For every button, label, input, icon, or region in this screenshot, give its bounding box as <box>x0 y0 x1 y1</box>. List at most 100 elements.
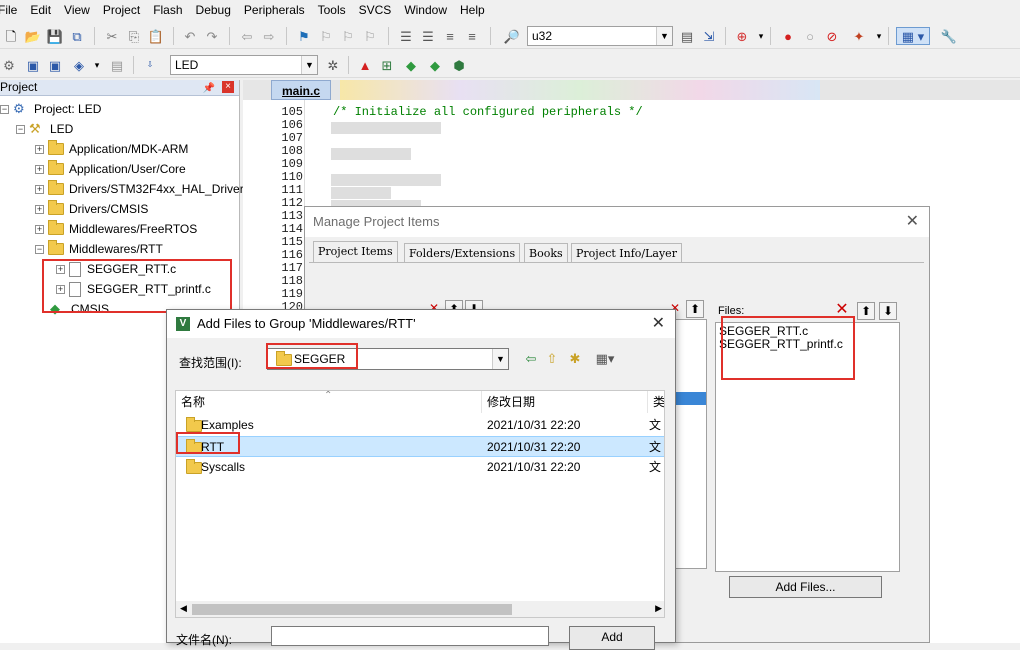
select-packs-icon[interactable]: ◆ <box>402 56 420 74</box>
add-files-button[interactable]: Add Files... <box>729 576 882 598</box>
files-list[interactable]: SEGGER_RTT.c SEGGER_RTT_printf.c <box>715 322 900 572</box>
lookin-select[interactable]: SEGGER ▼ <box>267 348 509 370</box>
load-icon[interactable]: ⇩ <box>141 56 159 74</box>
chevron-down-icon[interactable]: ▾ <box>870 27 888 45</box>
window-layout-icon[interactable]: ▦ ▾ <box>896 27 930 45</box>
add-button[interactable]: Add <box>569 626 655 650</box>
collapse-icon[interactable]: − <box>16 124 25 134</box>
chevron-down-icon[interactable]: ▼ <box>656 27 672 45</box>
chevron-down-icon[interactable]: ▾ <box>752 27 770 45</box>
expand-icon[interactable]: + <box>35 144 44 154</box>
pack-installer-icon[interactable]: ◆ <box>426 56 444 74</box>
tree-item-component[interactable]: ◆ CMSIS <box>50 299 109 319</box>
pin-icon[interactable]: 📌 <box>203 81 215 96</box>
save-icon[interactable]: 💾 <box>46 27 64 45</box>
indent-icon[interactable]: ☰ <box>397 27 415 45</box>
expand-icon[interactable]: + <box>35 164 44 174</box>
menu-window[interactable]: Window <box>397 0 453 20</box>
column-header-name[interactable]: 名称 ⌃ <box>176 391 482 413</box>
translate-icon[interactable]: ⚙ <box>0 56 18 74</box>
column-header-date[interactable]: 修改日期 <box>482 391 648 413</box>
batch-build-icon[interactable]: ◈ <box>70 56 88 74</box>
build-icon[interactable]: ▣ <box>24 56 42 74</box>
prev-bookmark-icon[interactable]: ⚐ <box>317 27 335 45</box>
kill-breakpoints-icon[interactable]: ⊘ <box>823 27 841 45</box>
disable-breakpoint-icon[interactable]: ○ <box>801 27 819 45</box>
close-icon[interactable]: ✕ <box>652 310 665 338</box>
menu-help[interactable]: Help <box>453 0 491 20</box>
nav-back-icon[interactable]: ⇦ <box>238 27 256 45</box>
bookmark-icon[interactable]: ⚑ <box>295 27 313 45</box>
rebuild-icon[interactable]: ▣ <box>46 56 64 74</box>
menu-debug[interactable]: Debug <box>189 0 237 20</box>
comment-icon[interactable]: ≡ <box>441 27 459 45</box>
wrench-icon[interactable]: 🔧 <box>940 27 958 45</box>
copy-icon[interactable]: ⎘ <box>125 27 143 45</box>
save-all-icon[interactable]: ⧉ <box>68 27 86 45</box>
close-icon[interactable]: × <box>222 81 234 93</box>
tree-item-group[interactable]: − Middlewares/RTT <box>35 239 163 259</box>
chevron-down-icon[interactable]: ▼ <box>492 349 508 369</box>
delete-icon[interactable]: ✕ <box>833 302 851 320</box>
scroll-left-icon[interactable]: ◀ <box>180 603 187 614</box>
chevron-down-icon[interactable]: ▾ <box>88 56 106 74</box>
tab-books[interactable]: Books <box>524 243 568 263</box>
next-bookmark-icon[interactable]: ⚐ <box>339 27 357 45</box>
horizontal-scrollbar[interactable]: ◀ ▶ <box>176 601 664 617</box>
tree-item-group[interactable]: + Drivers/CMSIS <box>35 199 148 219</box>
tab-project-items[interactable]: Project Items <box>313 241 398 263</box>
target-options-icon[interactable]: ✲ <box>324 56 342 74</box>
new-file-icon[interactable]: 🗋 <box>2 27 20 45</box>
tab-project-info-layer[interactable]: Project Info/Layer <box>571 243 682 263</box>
menu-edit[interactable]: Edit <box>23 0 57 20</box>
menu-file[interactable]: File <box>0 0 23 20</box>
find-icon[interactable]: ▤ <box>678 27 696 45</box>
run-time-environment-icon[interactable]: ⬢ <box>450 56 468 74</box>
paste-icon[interactable]: 📋 <box>147 27 165 45</box>
menu-project[interactable]: Project <box>96 0 146 20</box>
undo-icon[interactable]: ↶ <box>181 27 199 45</box>
expand-icon[interactable]: + <box>35 204 44 214</box>
tree-item-file[interactable]: + SEGGER_RTT.c <box>56 259 176 279</box>
debug-session-icon[interactable]: ⊕ <box>733 27 751 45</box>
tree-item-group[interactable]: + Middlewares/FreeRTOS <box>35 219 197 239</box>
menu-svcs[interactable]: SVCS <box>352 0 398 20</box>
nav-forward-icon[interactable]: ⇨ <box>260 27 278 45</box>
incremental-find-icon[interactable]: ⇲ <box>700 27 718 45</box>
column-header-type[interactable]: 类 <box>648 391 664 413</box>
tree-item-target[interactable]: − ⚒ LED <box>16 119 73 139</box>
scroll-right-icon[interactable]: ▶ <box>655 603 662 614</box>
view-menu-icon[interactable]: ▦▾ <box>591 349 619 367</box>
unindent-icon[interactable]: ☰ <box>419 27 437 45</box>
menu-tools[interactable]: Tools <box>311 0 352 20</box>
tab-main-c[interactable]: main.c <box>271 80 332 100</box>
tree-item-group[interactable]: + Application/User/Core <box>35 159 186 179</box>
table-row[interactable]: RTT 2021/10/31 22:20 文 <box>176 436 664 457</box>
move-down-icon[interactable]: ⬇ <box>879 302 897 320</box>
close-icon[interactable]: ✕ <box>906 207 919 237</box>
new-folder-icon[interactable]: ✱ <box>566 349 584 367</box>
collapse-icon[interactable]: − <box>0 104 9 114</box>
move-up-icon[interactable]: ⬆ <box>857 302 875 320</box>
expand-icon[interactable]: + <box>56 264 65 274</box>
stop-build-icon[interactable]: ▤ <box>108 56 126 74</box>
back-arrow-icon[interactable]: ⇦ <box>522 349 540 367</box>
table-row[interactable]: Examples 2021/10/31 22:20 文 <box>176 415 664 436</box>
tab-other-files[interactable] <box>340 80 820 100</box>
filename-input[interactable] <box>271 626 549 646</box>
breakpoint-icon[interactable]: ● <box>779 27 797 45</box>
manage-components-icon[interactable]: ⊞ <box>378 56 396 74</box>
file-list[interactable]: 名称 ⌃ 修改日期 类 Examples 2021/10/31 22:20 文 … <box>175 390 665 618</box>
list-item[interactable]: SEGGER_RTT_printf.c <box>719 338 843 351</box>
uncomment-icon[interactable]: ≡ <box>463 27 481 45</box>
chevron-down-icon[interactable]: ▼ <box>301 56 317 74</box>
tree-item-group[interactable]: + Application/MDK-ARM <box>35 139 188 159</box>
up-folder-icon[interactable]: ⇧ <box>543 349 561 367</box>
menu-view[interactable]: View <box>57 0 96 20</box>
tab-folders-extensions[interactable]: Folders/Extensions <box>404 243 521 263</box>
expand-icon[interactable]: + <box>56 284 65 294</box>
find-combo[interactable]: u32 ▼ <box>527 26 673 46</box>
scrollbar-thumb[interactable] <box>192 604 512 615</box>
tree-item-group[interactable]: + Drivers/STM32F4xx_HAL_Driver <box>35 179 244 199</box>
table-row[interactable]: Syscalls 2021/10/31 22:20 文 <box>176 457 664 478</box>
